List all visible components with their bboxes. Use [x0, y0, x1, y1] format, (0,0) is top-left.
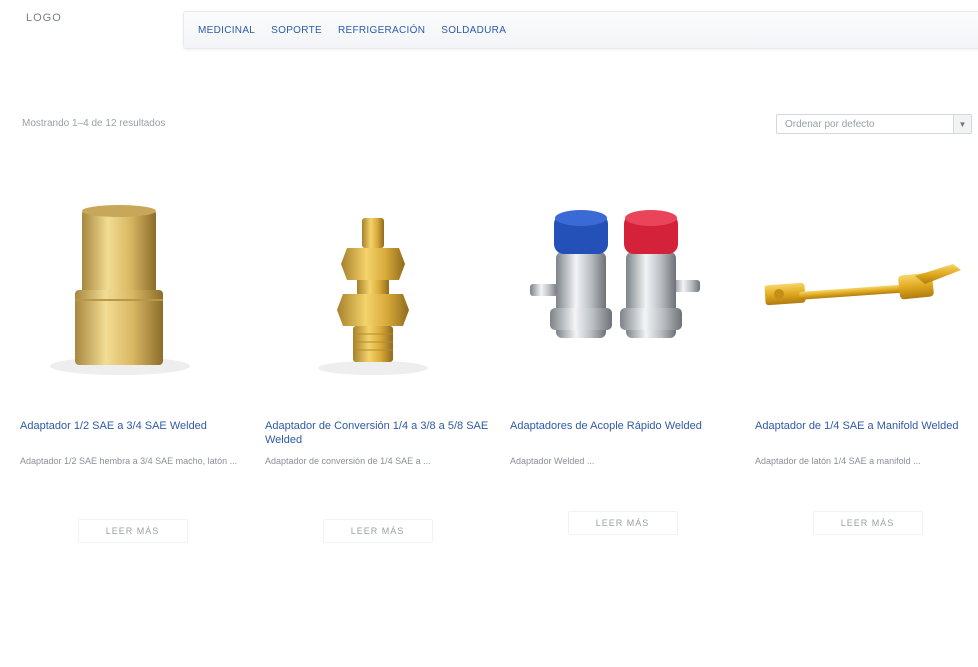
brass-coupling-icon [50, 205, 190, 375]
product-title[interactable]: Adaptador de 1/4 SAE a Manifold Welded [755, 419, 978, 447]
nav-link-soldadura[interactable]: SOLDADURA [441, 25, 506, 36]
product-image[interactable] [755, 180, 978, 405]
main-navigation: MEDICINAL SOPORTE REFRIGERACIÓN SOLDADUR… [183, 11, 978, 49]
product-excerpt: Adaptador 1/2 SAE hembra a 3/4 SAE macho… [20, 456, 238, 466]
nav-link-refrigeracion[interactable]: REFRIGERACIÓN [338, 25, 425, 36]
read-more-button[interactable]: LEER MÁS [812, 511, 923, 535]
product-card: Adaptadores de Acople Rápido Welded Adap… [510, 180, 735, 543]
product-card: Adaptador de 1/4 SAE a Manifold Welded A… [755, 180, 978, 543]
sort-select[interactable]: Ordenar por defecto ▼ [776, 114, 972, 134]
product-excerpt: Adaptador de conversión de 1/4 SAE a ... [265, 456, 431, 466]
product-card: Adaptador de Conversión 1/4 a 3/8 a 5/8 … [265, 180, 490, 543]
sort-select-value: Ordenar por defecto [785, 119, 875, 130]
product-grid: Adaptador 1/2 SAE a 3/4 SAE Welded Adapt… [20, 180, 970, 543]
product-image[interactable] [265, 180, 490, 405]
product-image[interactable] [20, 180, 245, 405]
product-title[interactable]: Adaptador 1/2 SAE a 3/4 SAE Welded [20, 419, 245, 447]
read-more-button[interactable]: LEER MÁS [322, 519, 433, 543]
product-card: Adaptador 1/2 SAE a 3/4 SAE Welded Adapt… [20, 180, 245, 543]
product-excerpt: Adaptador de latón 1/4 SAE a manifold ..… [755, 456, 921, 466]
read-more-button[interactable]: LEER MÁS [567, 511, 678, 535]
quick-coupler-icon [530, 210, 700, 338]
brass-wrench-icon [764, 264, 961, 306]
product-excerpt: Adaptador Welded ... [510, 456, 595, 466]
site-logo[interactable]: LOGO [26, 12, 62, 24]
nav-link-medicinal[interactable]: MEDICINAL [198, 25, 255, 36]
brass-valve-fitting-icon [318, 218, 428, 375]
result-count: Mostrando 1–4 de 12 resultados [22, 118, 166, 129]
product-title[interactable]: Adaptador de Conversión 1/4 a 3/8 a 5/8 … [265, 419, 490, 447]
nav-link-soporte[interactable]: SOPORTE [271, 25, 322, 36]
chevron-down-icon[interactable]: ▼ [953, 115, 971, 133]
read-more-button[interactable]: LEER MÁS [77, 519, 188, 543]
product-image[interactable] [510, 180, 735, 405]
product-title[interactable]: Adaptadores de Acople Rápido Welded [510, 419, 735, 447]
